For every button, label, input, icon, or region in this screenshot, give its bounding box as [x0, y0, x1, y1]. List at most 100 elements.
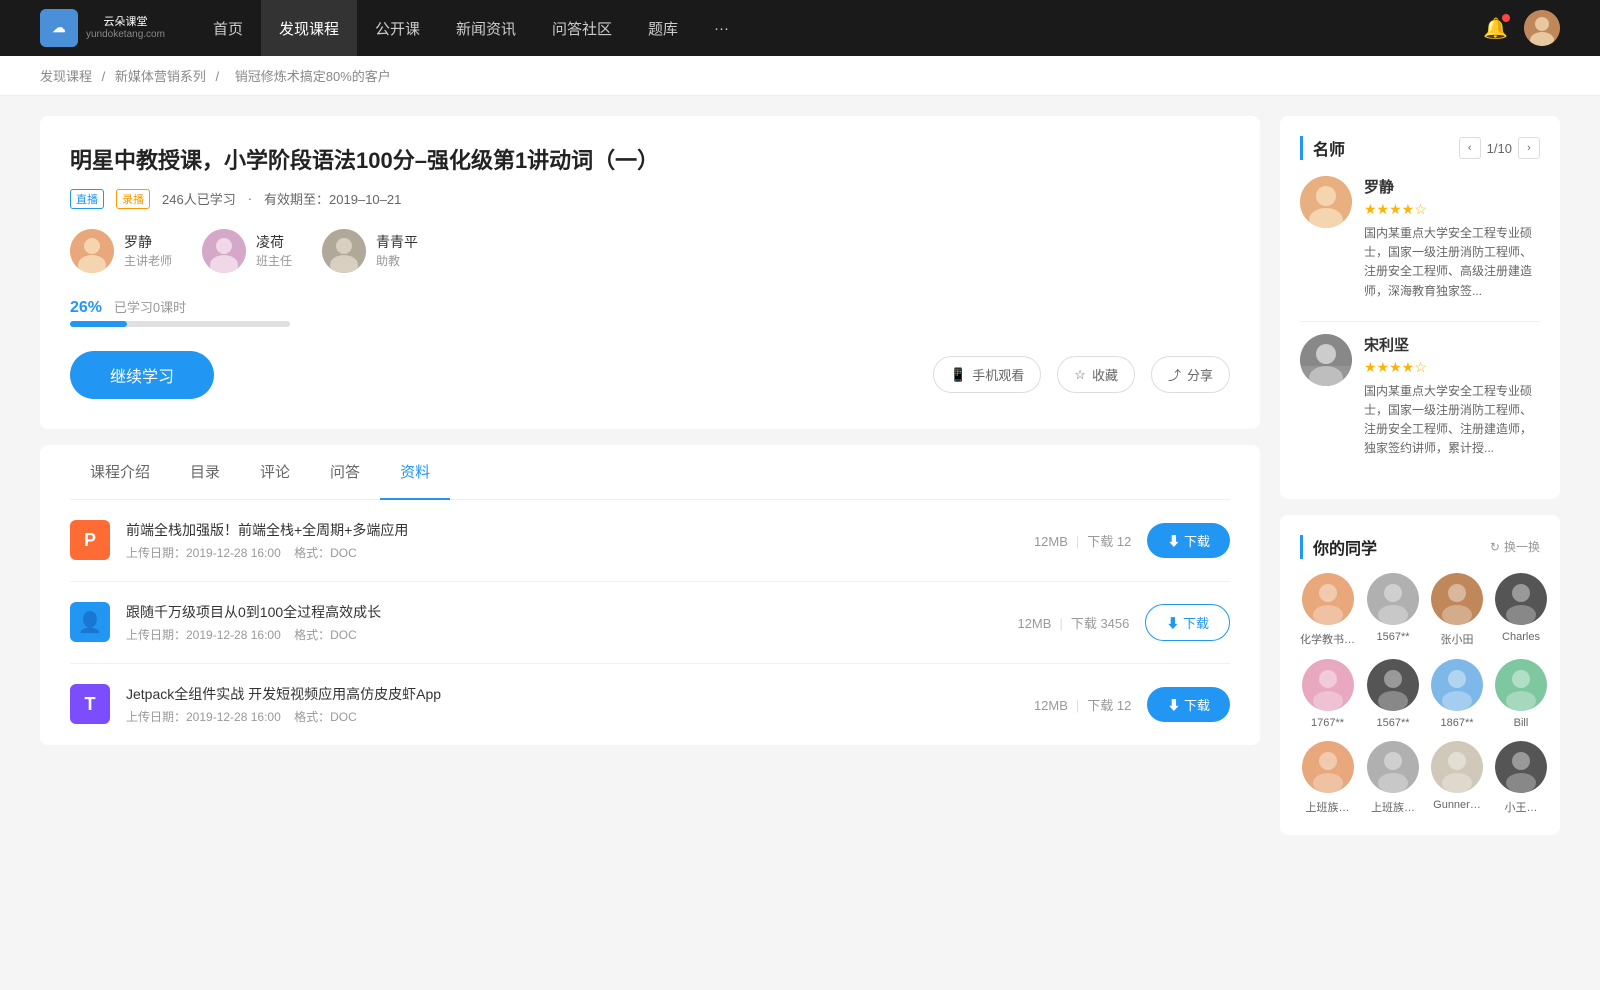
students-count: 246人已学习: [162, 189, 236, 208]
teacher-info-2: 青青平 助教: [376, 232, 418, 269]
classmate-item-9[interactable]: 上班族…: [1367, 741, 1419, 815]
resource-name-0: 前端全栈加强版！前端全栈+全周期+多端应用: [126, 520, 1018, 540]
share-icon: ⤴: [1168, 365, 1181, 384]
classmate-avatar-8: [1302, 741, 1354, 793]
nav-news[interactable]: 新闻资讯: [438, 0, 534, 56]
resource-info-0: 前端全栈加强版！前端全栈+全周期+多端应用 上传日期：2019-12-28 16…: [126, 520, 1018, 561]
resource-stats-1: 12MB|下载 3456: [1017, 613, 1129, 632]
user-avatar-nav[interactable]: [1524, 10, 1560, 46]
logo-box: ☁: [40, 9, 78, 47]
bell-button[interactable]: 🔔: [1483, 16, 1508, 41]
classmate-name-10: Gunner…: [1433, 799, 1481, 811]
star-icon: ☆: [1074, 367, 1086, 383]
share-button[interactable]: ⤴ 分享: [1151, 356, 1230, 393]
resource-icon-2: T: [70, 684, 110, 724]
classmate-item-10[interactable]: Gunner…: [1431, 741, 1483, 815]
teacher-name-1: 凌荷: [256, 232, 292, 252]
classmate-item-6[interactable]: 1867**: [1431, 659, 1483, 729]
teacher-name-2: 青青平: [376, 232, 418, 252]
resource-name-1: 跟随千万级项目从0到100全过程高效成长: [126, 602, 1001, 622]
download-button-2[interactable]: ⬇ 下载: [1147, 687, 1230, 722]
next-teacher-button[interactable]: ›: [1518, 137, 1540, 159]
classmate-item-11[interactable]: 小王…: [1495, 741, 1547, 815]
mobile-icon: 📱: [950, 367, 966, 383]
teacher-role-0: 主讲老师: [124, 252, 172, 269]
continue-button[interactable]: 继续学习: [70, 351, 214, 399]
resource-item-0: P 前端全栈加强版！前端全栈+全周期+多端应用 上传日期：2019-12-28 …: [70, 500, 1230, 582]
classmate-avatar-2: [1431, 573, 1483, 625]
progress-sublabel: 已学习0课时: [114, 300, 186, 315]
resource-stats-0: 12MB|下载 12: [1034, 531, 1131, 550]
side-teacher-avatar-1: [1300, 334, 1352, 386]
nav-bank[interactable]: 题库: [630, 0, 696, 56]
classmate-item-7[interactable]: Bill: [1495, 659, 1547, 729]
tab-intro[interactable]: 课程介绍: [70, 445, 170, 500]
side-teacher-desc-1: 国内某重点大学安全工程专业硕士，国家一级注册消防工程师、注册安全工程师、注册建造…: [1364, 382, 1540, 459]
side-teacher-info-0: 罗静 ★★★★☆ 国内某重点大学安全工程专业硕士，国家一级注册消防工程师、注册安…: [1364, 176, 1540, 301]
collect-button[interactable]: ☆ 收藏: [1057, 356, 1135, 393]
tab-resources[interactable]: 资料: [380, 445, 450, 500]
progress-bar-fill: [70, 321, 127, 327]
classmate-name-8: 上班族…: [1306, 799, 1350, 815]
resource-meta-1: 上传日期：2019-12-28 16:00 格式：DOC: [126, 626, 1001, 643]
logo[interactable]: ☁ 云朵课堂 yundoketang.com: [40, 9, 165, 47]
classmate-name-7: Bill: [1514, 717, 1529, 729]
breadcrumb-home[interactable]: 发现课程: [40, 69, 92, 84]
download-button-1[interactable]: ⬇ 下载: [1145, 604, 1230, 641]
classmate-avatar-1: [1367, 573, 1419, 625]
tabs-card: 课程介绍 目录 评论 问答 资料 P 前端全栈加强版！前端全栈+全周期+多端应用…: [40, 445, 1260, 745]
classmate-name-1: 1567**: [1376, 631, 1409, 643]
badge-record: 录播: [116, 189, 150, 209]
classmate-item-3[interactable]: Charles: [1495, 573, 1547, 647]
page-indicator: 1/10: [1487, 141, 1512, 156]
classmate-name-6: 1867**: [1440, 717, 1473, 729]
resource-name-2: Jetpack全组件实战 开发短视频应用高仿皮皮虾App: [126, 684, 1018, 704]
classmate-avatar-10: [1431, 741, 1483, 793]
resource-icon-0: P: [70, 520, 110, 560]
classmate-item-1[interactable]: 1567**: [1367, 573, 1419, 647]
classmate-item-5[interactable]: 1567**: [1367, 659, 1419, 729]
tab-review[interactable]: 评论: [240, 445, 310, 500]
side-teacher-0: 罗静 ★★★★☆ 国内某重点大学安全工程专业硕士，国家一级注册消防工程师、注册安…: [1300, 176, 1540, 301]
tabs-row: 课程介绍 目录 评论 问答 资料: [70, 445, 1230, 500]
nav-more[interactable]: ···: [696, 0, 747, 56]
nav-discover[interactable]: 发现课程: [261, 0, 357, 56]
teacher-item-1: 凌荷 班主任: [202, 229, 292, 273]
separator-dot: ·: [248, 191, 252, 206]
nav-home[interactable]: 首页: [195, 0, 261, 56]
classmate-item-0[interactable]: 化学教书…: [1300, 573, 1355, 647]
refresh-button[interactable]: ↻ 换一换: [1490, 538, 1540, 555]
teachers-pagination: ‹ 1/10 ›: [1459, 137, 1540, 159]
teacher-role-2: 助教: [376, 252, 418, 269]
classmate-avatar-7: [1495, 659, 1547, 711]
refresh-icon: ↻: [1490, 540, 1500, 554]
tab-catalog[interactable]: 目录: [170, 445, 240, 500]
resource-info-2: Jetpack全组件实战 开发短视频应用高仿皮皮虾App 上传日期：2019-1…: [126, 684, 1018, 725]
tab-qa[interactable]: 问答: [310, 445, 380, 500]
side-teacher-name-0: 罗静: [1364, 176, 1540, 197]
mobile-watch-button[interactable]: 📱 手机观看: [933, 356, 1041, 393]
classmate-item-4[interactable]: 1767**: [1300, 659, 1355, 729]
download-button-0[interactable]: ⬇ 下载: [1147, 523, 1230, 558]
teacher-info-0: 罗静 主讲老师: [124, 232, 172, 269]
classmate-avatar-11: [1495, 741, 1547, 793]
logo-subtitle: yundoketang.com: [86, 29, 165, 40]
breadcrumb-current: 销冠修炼术搞定80%的客户: [235, 69, 391, 84]
nav-right: 🔔: [1483, 10, 1560, 46]
classmate-name-3: Charles: [1502, 631, 1540, 643]
breadcrumb-series[interactable]: 新媒体营销系列: [115, 69, 206, 84]
classmates-header: 你的同学 ↻ 换一换: [1300, 535, 1540, 559]
teacher-item-2: 青青平 助教: [322, 229, 418, 273]
classmate-item-2[interactable]: 张小田: [1431, 573, 1483, 647]
action-row: 继续学习 📱 手机观看 ☆ 收藏 ⤴ 分享: [70, 351, 1230, 399]
side-teacher-avatar-0: [1300, 176, 1352, 228]
resource-icon-1: 👤: [70, 602, 110, 642]
nav-open[interactable]: 公开课: [357, 0, 438, 56]
side-teacher-stars-0: ★★★★☆: [1364, 201, 1540, 218]
notification-dot: [1502, 14, 1510, 22]
classmate-item-8[interactable]: 上班族…: [1300, 741, 1355, 815]
prev-teacher-button[interactable]: ‹: [1459, 137, 1481, 159]
nav-qa[interactable]: 问答社区: [534, 0, 630, 56]
resource-list: P 前端全栈加强版！前端全栈+全周期+多端应用 上传日期：2019-12-28 …: [70, 500, 1230, 745]
action-buttons: 📱 手机观看 ☆ 收藏 ⤴ 分享: [933, 356, 1230, 393]
